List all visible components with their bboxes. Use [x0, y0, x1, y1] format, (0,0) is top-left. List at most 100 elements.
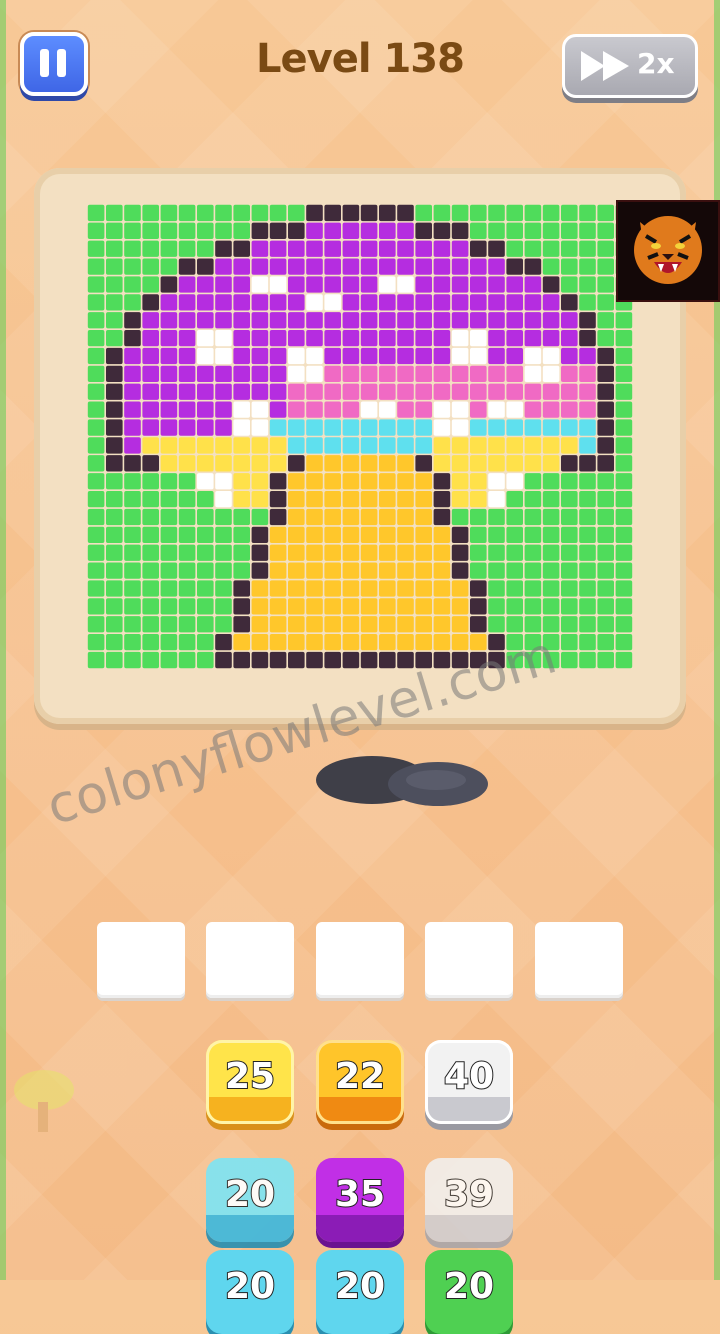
pixel-cell — [379, 616, 396, 633]
pixel-cell — [451, 473, 469, 490]
pixel-cell — [233, 419, 250, 436]
pixel-cell — [251, 401, 269, 418]
pixel-cell — [324, 616, 341, 633]
pixel-cell — [542, 276, 560, 293]
pixel-cell — [288, 455, 305, 472]
pixel-cell — [488, 490, 505, 508]
pixel-cell — [451, 329, 469, 347]
pixel-cell — [597, 365, 614, 383]
pixel-cell — [415, 508, 432, 526]
pixel-cell — [197, 526, 214, 543]
pixel-cell — [342, 329, 360, 347]
empty-slot-3[interactable] — [316, 922, 404, 998]
pixel-cell — [269, 490, 287, 508]
pixel-cell — [124, 365, 141, 383]
color-tile[interactable]: 35 — [316, 1158, 404, 1242]
pixel-cell — [415, 329, 432, 347]
pixel-cell — [397, 383, 414, 400]
empty-slot-4[interactable] — [425, 922, 513, 998]
pixel-cell — [251, 204, 269, 222]
pixel-cell — [160, 365, 178, 383]
pixel-cell — [415, 294, 432, 311]
pixel-cell — [579, 634, 596, 651]
pixel-cell — [124, 580, 141, 597]
empty-slot-1[interactable] — [97, 922, 185, 998]
pixel-cell — [87, 562, 105, 579]
pixel-cell — [288, 294, 305, 311]
pixel-cell — [506, 222, 523, 239]
color-tile[interactable]: 22 — [316, 1040, 404, 1124]
pixel-cell — [579, 312, 596, 329]
pixel-cell — [124, 312, 141, 329]
pixel-cell — [542, 598, 560, 615]
empty-slot-5[interactable] — [535, 922, 623, 998]
tree-decoration-icon — [14, 1070, 74, 1132]
pixel-cell — [288, 276, 305, 293]
pixel-cell — [506, 383, 523, 400]
pixel-cell — [579, 276, 596, 293]
pixel-cell — [160, 490, 178, 508]
pixel-cell — [124, 526, 141, 543]
pixel-cell — [197, 598, 214, 615]
color-tile[interactable]: 20 — [425, 1250, 513, 1334]
speed-toggle-button[interactable]: 2x — [562, 34, 698, 98]
pixel-cell — [106, 419, 123, 436]
pixel-cell — [197, 616, 214, 633]
tile-count: 22 — [334, 1055, 386, 1098]
pixel-cell — [106, 526, 123, 543]
pixel-cell — [251, 294, 269, 311]
pixel-cell — [342, 347, 360, 365]
pixel-cell — [470, 562, 487, 579]
pixel-cell — [87, 651, 105, 669]
color-tile[interactable]: 20 — [206, 1250, 294, 1334]
pixel-cell — [433, 329, 451, 347]
pixel-cell — [488, 473, 505, 490]
pixel-cell — [160, 222, 178, 239]
pixel-cell — [615, 312, 633, 329]
pixel-cell — [233, 544, 250, 561]
pixel-cell — [379, 437, 396, 454]
pixel-cell — [597, 508, 614, 526]
color-tile[interactable]: 39 — [425, 1158, 513, 1242]
pixel-cell — [324, 651, 341, 669]
pixel-cell — [106, 347, 123, 365]
pixel-cell — [233, 240, 250, 257]
pixel-cell — [178, 204, 196, 222]
pixel-cell — [597, 651, 614, 669]
pixel-cell — [470, 598, 487, 615]
pixel-cell — [470, 329, 487, 347]
pixel-cell — [269, 562, 287, 579]
pixel-cell — [87, 598, 105, 615]
pixel-cell — [597, 204, 614, 222]
pixel-cell — [269, 401, 287, 418]
color-tile[interactable]: 40 — [425, 1040, 513, 1124]
color-tile[interactable]: 20 — [316, 1250, 404, 1334]
pixel-cell — [269, 580, 287, 597]
pixel-cell — [488, 616, 505, 633]
pixel-cell — [233, 347, 250, 365]
pixel-cell — [160, 580, 178, 597]
color-tile[interactable]: 20 — [206, 1158, 294, 1242]
color-tile[interactable]: 25 — [206, 1040, 294, 1124]
pixel-cell — [579, 437, 596, 454]
empty-slot-2[interactable] — [206, 922, 294, 998]
pixel-cell — [397, 258, 414, 275]
pixel-cell — [561, 419, 578, 436]
pixel-cell — [251, 634, 269, 651]
pixel-cell — [524, 222, 542, 239]
pixel-cell — [215, 562, 232, 579]
pixel-cell — [506, 526, 523, 543]
pixel-cell — [415, 455, 432, 472]
pixel-cell — [433, 240, 451, 257]
pixel-cell — [306, 383, 323, 400]
pixel-cell — [124, 258, 141, 275]
pixel-cell — [87, 616, 105, 633]
pixel-cell — [142, 598, 159, 615]
pixel-cell — [306, 473, 323, 490]
pixel-cell — [561, 312, 578, 329]
pixel-cell — [87, 437, 105, 454]
pixel-cell — [415, 437, 432, 454]
pixel-cell — [306, 598, 323, 615]
pixel-cell — [324, 294, 341, 311]
pixel-cell — [506, 490, 523, 508]
